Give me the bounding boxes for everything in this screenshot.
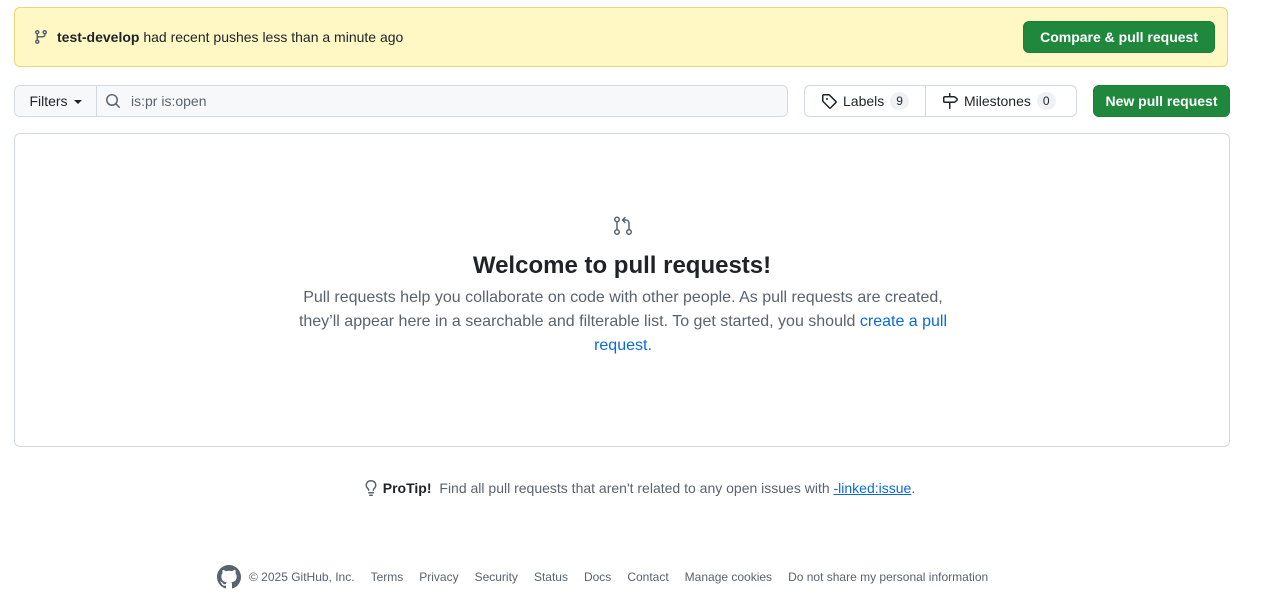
footer-link-contact[interactable]: Contact [627, 570, 668, 584]
git-branch-icon [33, 29, 49, 45]
compare-pull-request-button[interactable]: Compare & pull request [1023, 21, 1215, 53]
milestones-button[interactable]: Milestones 0 [924, 86, 1072, 116]
footer-link-docs[interactable]: Docs [584, 570, 611, 584]
linked-issue-link[interactable]: -linked:issue [834, 480, 912, 496]
protip-text: Find all pull requests that aren't relat… [435, 480, 834, 496]
recent-pushes-banner: test-develop had recent pushes less than… [14, 7, 1228, 67]
labels-count: 9 [890, 92, 909, 110]
blankslate-description: Pull requests help you collaborate on co… [285, 286, 961, 358]
milestones-count: 0 [1036, 92, 1056, 110]
footer: © 2025 GitHub, Inc. Terms Privacy Securi… [217, 565, 988, 589]
github-mark-icon[interactable] [217, 565, 241, 589]
filter-search-group: Filters [14, 85, 788, 117]
blankslate-description-text: Pull requests help you collaborate on co… [298, 289, 943, 330]
milestone-icon [942, 93, 958, 109]
footer-link-status[interactable]: Status [534, 570, 568, 584]
banner-message: had recent pushes less than a minute ago [139, 29, 404, 45]
protip-end: . [911, 480, 916, 496]
new-pull-request-button[interactable]: New pull request [1093, 85, 1230, 117]
search-icon [105, 93, 121, 109]
filters-dropdown-button[interactable]: Filters [15, 86, 97, 116]
labels-milestones-group: Labels 9 Milestones 0 [804, 85, 1077, 117]
git-pull-request-icon [611, 214, 635, 238]
labels-label: Labels [843, 93, 885, 109]
blankslate: Welcome to pull requests! Pull requests … [14, 133, 1230, 447]
footer-link-privacy[interactable]: Privacy [419, 570, 458, 584]
tag-icon [821, 93, 837, 109]
footer-link-manage-cookies[interactable]: Manage cookies [685, 570, 772, 584]
blankslate-description-end: . [647, 337, 652, 354]
protip: ProTip! Find all pull requests that aren… [0, 480, 1278, 496]
light-bulb-icon [363, 480, 379, 496]
protip-label: ProTip! [382, 480, 432, 496]
blankslate-title: Welcome to pull requests! [472, 252, 772, 279]
branch-name[interactable]: test-develop [57, 29, 139, 45]
labels-button[interactable]: Labels 9 [805, 86, 925, 116]
footer-link-do-not-share[interactable]: Do not share my personal information [788, 570, 988, 584]
caret-down-icon [73, 100, 82, 104]
pull-request-toolbar: Filters Labels 9 [14, 85, 1230, 117]
search-box[interactable] [97, 86, 787, 116]
banner-text: test-develop had recent pushes less than… [57, 29, 403, 45]
footer-copyright: © 2025 GitHub, Inc. [249, 570, 355, 584]
footer-link-terms[interactable]: Terms [371, 570, 404, 584]
milestones-label: Milestones [963, 93, 1031, 109]
filters-label: Filters [29, 93, 68, 109]
footer-link-security[interactable]: Security [475, 570, 518, 584]
search-input[interactable] [129, 92, 787, 110]
